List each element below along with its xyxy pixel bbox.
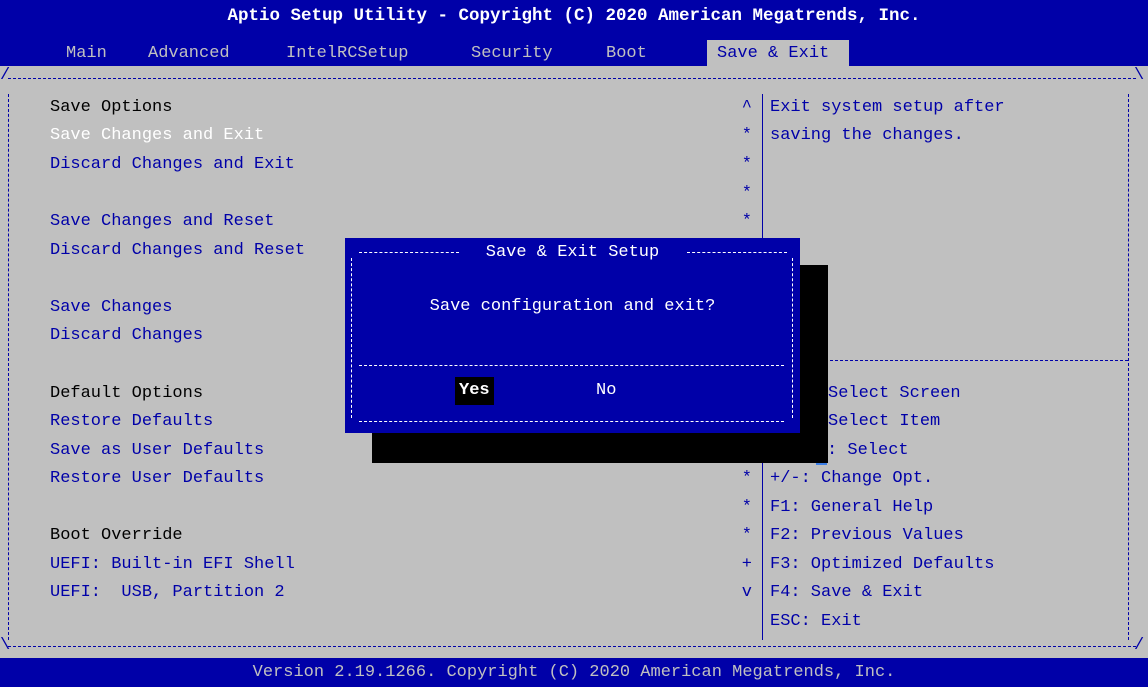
scroll-thumb-marker: +	[741, 555, 752, 574]
menu-item-discard-changes[interactable]: Discard Changes	[50, 322, 203, 351]
menu-item-save-changes-and-exit[interactable]: Save Changes and Exit	[50, 122, 264, 151]
dialog-divider	[359, 365, 784, 366]
menu-item-restore-user-defaults[interactable]: Restore User Defaults	[50, 465, 264, 494]
dialog-right-border	[792, 258, 793, 418]
dialog-message: Save configuration and exit?	[429, 297, 716, 316]
menu-item-uefi-usb-partition[interactable]: UEFI: USB, Partition 2	[50, 579, 285, 608]
key-help-previous-values: F2: Previous Values	[770, 526, 964, 545]
scroll-marker: *	[741, 498, 752, 517]
key-help-optimized-defaults: F3: Optimized Defaults	[770, 555, 995, 574]
dialog-shadow-bottom	[372, 433, 828, 463]
tab-intelrcsetup[interactable]: IntelRCSetup	[282, 40, 412, 68]
corner-tl: /	[0, 66, 11, 85]
tab-advanced[interactable]: Advanced	[144, 40, 234, 68]
menu-item-save-changes-and-reset[interactable]: Save Changes and Reset	[50, 208, 274, 237]
footer-version: Version 2.19.1266. Copyright (C) 2020 Am…	[252, 663, 896, 682]
section-save-options: Save Options	[50, 98, 173, 117]
frame-bottom-border	[8, 646, 1136, 647]
corner-br: /	[1134, 636, 1145, 655]
menu-item-discard-changes-and-reset[interactable]: Discard Changes and Reset	[50, 237, 305, 266]
scroll-marker: *	[741, 526, 752, 545]
frame-top-border	[8, 78, 1136, 79]
menu-item-restore-defaults[interactable]: Restore Defaults	[50, 408, 213, 437]
footer-bar: Version 2.19.1266. Copyright (C) 2020 Am…	[0, 658, 1148, 687]
dialog-bottom-border	[359, 421, 784, 422]
scroll-down-marker: v	[741, 583, 752, 602]
tab-main[interactable]: Main	[62, 40, 111, 68]
key-help-esc-exit: ESC: Exit	[770, 612, 862, 631]
key-help-change-opt: +/-: Change Opt.	[770, 469, 934, 488]
section-boot-override: Boot Override	[50, 526, 183, 545]
help-text-line: saving the changes.	[770, 126, 964, 145]
tab-security[interactable]: Security	[467, 40, 557, 68]
menu-item-save-as-user-defaults[interactable]: Save as User Defaults	[50, 437, 264, 466]
tab-save-exit[interactable]: Save & Exit	[707, 40, 850, 68]
title-bar: Aptio Setup Utility - Copyright (C) 2020…	[0, 0, 1148, 72]
no-button[interactable]: No	[592, 377, 620, 405]
scroll-marker: *	[741, 126, 752, 145]
key-help-select-screen: Select Screen	[828, 384, 961, 403]
dialog-left-border	[351, 258, 352, 418]
section-default-options: Default Options	[50, 384, 204, 403]
scroll-up-marker: ^	[741, 98, 752, 117]
scroll-marker: *	[741, 212, 752, 231]
corner-bl: \	[0, 636, 11, 655]
app-title: Aptio Setup Utility - Copyright (C) 2020…	[227, 6, 921, 26]
scroll-marker: *	[741, 469, 752, 488]
dialog-title: Save & Exit Setup	[485, 243, 660, 262]
menu-item-discard-changes-and-exit[interactable]: Discard Changes and Exit	[50, 151, 295, 180]
menu-item-save-changes[interactable]: Save Changes	[50, 294, 172, 323]
tab-boot[interactable]: Boot	[602, 40, 651, 68]
save-exit-dialog: Save & Exit Setup Save configuration and…	[345, 238, 800, 433]
frame-right-border	[1128, 94, 1129, 640]
key-help-select: : Select	[827, 441, 909, 460]
scroll-marker: *	[741, 155, 752, 174]
frame-left-border	[8, 94, 9, 640]
scroll-marker: *	[741, 184, 752, 203]
menu-item-uefi-efi-shell[interactable]: UEFI: Built-in EFI Shell	[50, 551, 295, 580]
key-help-select-item: Select Item	[828, 412, 941, 431]
help-text-line: Exit system setup after	[770, 98, 1005, 117]
dialog-shadow-right	[800, 265, 828, 450]
yes-button[interactable]: Yes	[455, 377, 494, 405]
key-help-general-help: F1: General Help	[770, 498, 934, 517]
corner-tr: \	[1134, 66, 1145, 85]
key-help-save-exit: F4: Save & Exit	[770, 583, 924, 602]
